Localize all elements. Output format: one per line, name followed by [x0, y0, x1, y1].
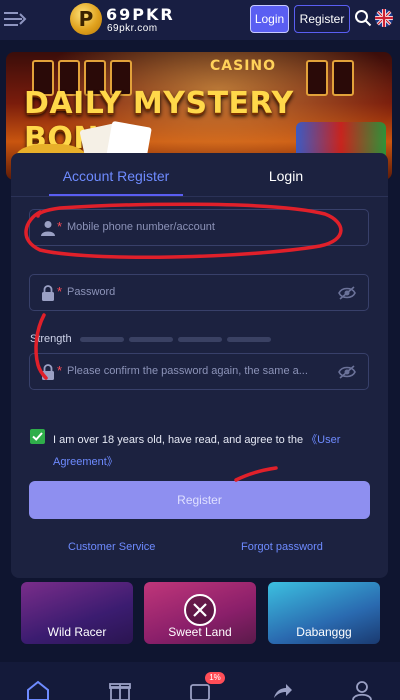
strength-label: Strength: [30, 333, 72, 345]
close-icon: [193, 603, 207, 617]
user-icon: [41, 221, 55, 236]
strength-segment: [80, 337, 124, 342]
logo-coin: P: [70, 3, 102, 35]
logo-badge: P: [78, 7, 94, 31]
eye-hidden-icon[interactable]: [338, 286, 356, 300]
nav-badge: 1%: [205, 672, 225, 684]
tab-divider: [11, 196, 388, 197]
banner-casino-text: CASINO: [210, 58, 277, 74]
menu-icon[interactable]: [4, 9, 28, 29]
required-mark: *: [57, 363, 63, 378]
logo-domain: 69pkr.com: [107, 23, 158, 34]
confirm-password-input[interactable]: * Please confirm the password again, the…: [29, 353, 369, 390]
share-icon[interactable]: [270, 680, 294, 700]
required-mark: *: [57, 219, 63, 234]
forgot-password-link[interactable]: Forgot password: [241, 541, 323, 553]
game-card-dabanggg[interactable]: Dabanggg: [268, 582, 380, 644]
strength-segment: [129, 337, 173, 342]
agreement-statement: I am over 18 years old, have read, and a…: [53, 434, 307, 446]
agreement-text: I am over 18 years old, have read, and a…: [53, 429, 373, 473]
eye-hidden-icon[interactable]: [338, 365, 356, 379]
password-placeholder: Password: [67, 286, 116, 298]
bottom-nav: [0, 662, 400, 700]
gift-icon[interactable]: [108, 680, 132, 700]
logo-name: 69PKR: [106, 5, 175, 24]
logo[interactable]: P 69PKR 69pkr.com: [70, 3, 175, 35]
profile-icon[interactable]: [350, 680, 374, 700]
strength-segment: [178, 337, 222, 342]
header-login-button[interactable]: Login: [250, 5, 289, 33]
header-register-button[interactable]: Register: [294, 5, 350, 33]
game-name: Dabanggg: [296, 625, 352, 639]
password-input[interactable]: * Password: [29, 274, 369, 311]
tab-login[interactable]: Login: [231, 168, 341, 184]
top-header: P 69PKR 69pkr.com Login Register: [0, 0, 400, 40]
account-placeholder: Mobile phone number/account: [67, 221, 215, 233]
strength-segment: [227, 337, 271, 342]
lock-icon: [42, 364, 54, 380]
account-input[interactable]: * Mobile phone number/account: [29, 209, 369, 246]
checkmark-icon: [32, 432, 43, 441]
game-name: Wild Racer: [47, 625, 107, 639]
tab-account-register[interactable]: Account Register: [51, 168, 181, 184]
home-icon[interactable]: [26, 680, 50, 700]
agreement-checkbox[interactable]: [30, 429, 45, 444]
uk-flag-icon[interactable]: [375, 9, 393, 27]
game-card-wild-racer[interactable]: Wild Racer: [21, 582, 133, 644]
search-icon[interactable]: [354, 9, 372, 27]
required-mark: *: [57, 284, 63, 299]
customer-service-link[interactable]: Customer Service: [68, 541, 155, 553]
register-button[interactable]: Register: [29, 481, 370, 519]
lock-icon: [42, 285, 54, 301]
register-modal: Account Register Login * Mobile phone nu…: [11, 153, 388, 578]
close-modal-button[interactable]: [184, 594, 216, 626]
confirm-placeholder: Please confirm the password again, the s…: [67, 365, 308, 377]
